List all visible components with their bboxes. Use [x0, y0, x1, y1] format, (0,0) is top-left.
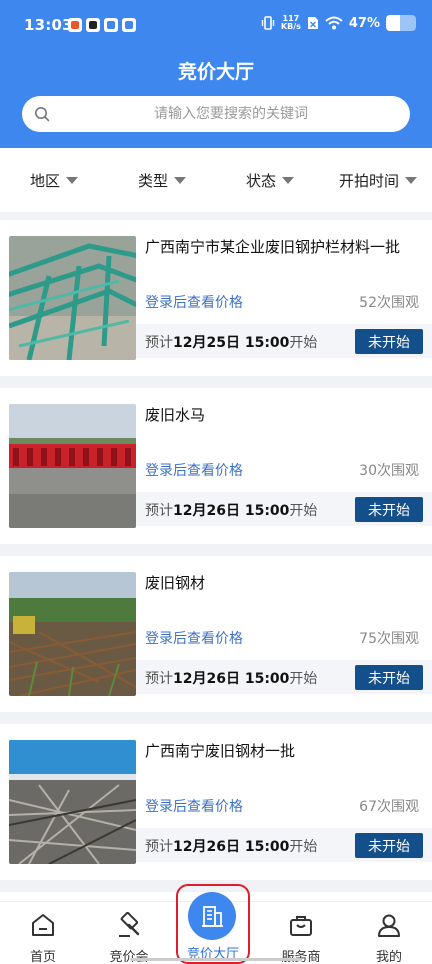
time-suffix: 开始: [289, 503, 318, 519]
filter-type[interactable]: 类型: [108, 148, 216, 212]
filter-start-time[interactable]: 开拍时间: [324, 148, 432, 212]
caret-down-icon: [66, 176, 78, 184]
page-title: 竞价大厅: [177, 61, 254, 83]
app-notification-icon: [104, 18, 118, 32]
auction-item[interactable]: 广西南宁市某企业废旧钢护栏材料一批 登录后查看价格 52次围观 预计12月25日…: [0, 220, 432, 376]
view-count: 75次围观: [359, 631, 419, 647]
status-badge[interactable]: 未开始: [355, 329, 423, 354]
item-photo: [9, 740, 136, 864]
nav-me[interactable]: 我的: [346, 906, 432, 964]
status-badge[interactable]: 未开始: [355, 833, 423, 858]
auction-item[interactable]: 废旧水马 登录后查看价格 30次围观 预计12月26日 15:00开始 未开始: [0, 388, 432, 544]
nav-bidding-hall[interactable]: 竞价大厅: [176, 884, 250, 964]
filter-label: 地区: [29, 171, 60, 190]
vibrate-icon: [261, 16, 275, 30]
time-prefix: 预计: [145, 335, 173, 351]
time-suffix: 开始: [289, 335, 318, 351]
nav-service-provider[interactable]: 服务商: [258, 906, 344, 964]
start-time: 预计12月25日 15:00开始: [145, 332, 317, 352]
search-bar[interactable]: [22, 96, 410, 132]
no-sim-icon: [307, 17, 318, 29]
filter-label: 类型: [137, 171, 168, 190]
item-title: 废旧钢材: [145, 574, 206, 592]
search-input[interactable]: [22, 96, 410, 132]
start-time: 预计12月26日 15:00开始: [145, 500, 317, 520]
time-prefix: 预计: [145, 671, 173, 687]
battery-icon: [386, 15, 416, 31]
view-count: 30次围观: [359, 463, 419, 479]
nav-auction[interactable]: 竞价会: [86, 906, 172, 964]
caret-down-icon: [282, 176, 294, 184]
nav-label: 服务商: [281, 950, 321, 964]
time-suffix: 开始: [289, 839, 318, 855]
notification-icons: [68, 18, 136, 32]
view-count: 67次围观: [359, 799, 419, 815]
auction-item[interactable]: 广西南宁废旧钢材一批 登录后查看价格 67次围观 预计12月26日 15:00开…: [0, 724, 432, 880]
view-count: 52次围观: [359, 295, 419, 311]
login-to-view-price-link[interactable]: 登录后查看价格: [145, 628, 243, 648]
filter-region[interactable]: 地区: [0, 148, 108, 212]
filter-bar: 地区 类型 状态 开拍时间: [0, 148, 432, 212]
caret-down-icon: [405, 176, 417, 184]
user-icon: [378, 914, 400, 937]
home-indicator[interactable]: [130, 958, 302, 961]
login-to-view-price-link[interactable]: 登录后查看价格: [145, 460, 243, 480]
status-bar: 13:03 117 KB/s 47%: [0, 0, 432, 52]
start-time-row: 预计12月26日 15:00开始 未开始: [136, 492, 432, 526]
briefcase-icon: [290, 916, 312, 936]
start-time: 预计12月26日 15:00开始: [145, 668, 317, 688]
nav-label: 竞价会: [109, 950, 149, 964]
time-value: 12月26日 15:00: [173, 503, 290, 519]
center-tab-circle: [188, 892, 236, 940]
search-icon: [35, 107, 50, 122]
status-indicators: 117 KB/s 47%: [261, 15, 416, 31]
nav-label: 首页: [29, 950, 56, 964]
app-notification-icon: [86, 18, 100, 32]
time-value: 12月25日 15:00: [173, 335, 290, 351]
start-time-row: 预计12月26日 15:00开始 未开始: [136, 660, 432, 694]
network-speed: 117 KB/s: [281, 15, 301, 31]
wifi-icon: [325, 16, 343, 30]
start-time: 预计12月26日 15:00开始: [145, 836, 317, 856]
item-title: 广西南宁废旧钢材一批: [145, 742, 296, 760]
nav-label: 我的: [375, 950, 402, 964]
network-speed-unit: KB/s: [280, 22, 301, 31]
time-suffix: 开始: [289, 671, 318, 687]
filter-label: 开拍时间: [338, 171, 399, 190]
item-title: 废旧水马: [145, 406, 206, 424]
building-icon: [202, 906, 223, 927]
item-photo: [9, 572, 136, 696]
status-badge[interactable]: 未开始: [355, 665, 423, 690]
time-value: 12月26日 15:00: [173, 839, 290, 855]
time-prefix: 预计: [145, 839, 173, 855]
item-title: 广西南宁市某企业废旧钢护栏材料一批: [145, 238, 401, 256]
battery-percent: 47%: [348, 15, 380, 31]
start-time-row: 预计12月25日 15:00开始 未开始: [136, 324, 432, 358]
start-time-row: 预计12月26日 15:00开始 未开始: [136, 828, 432, 862]
auction-item[interactable]: 废旧钢材 登录后查看价格 75次围观 预计12月26日 15:00开始 未开始: [0, 556, 432, 712]
filter-label: 状态: [245, 171, 276, 190]
login-to-view-price-link[interactable]: 登录后查看价格: [145, 796, 243, 816]
auction-hammer-icon: [119, 912, 140, 937]
status-time: 13:03: [24, 16, 73, 34]
caret-down-icon: [174, 176, 186, 184]
status-badge[interactable]: 未开始: [355, 497, 423, 522]
filter-status[interactable]: 状态: [216, 148, 324, 212]
header: 13:03 117 KB/s 47% 竞价大厅: [0, 0, 432, 148]
item-photo: [9, 236, 136, 360]
nav-home[interactable]: 首页: [0, 906, 86, 964]
app-notification-icon: [122, 18, 136, 32]
login-to-view-price-link[interactable]: 登录后查看价格: [145, 292, 243, 312]
time-value: 12月26日 15:00: [173, 671, 290, 687]
home-icon: [32, 914, 54, 936]
item-photo: [9, 404, 136, 528]
app-notification-icon: [68, 18, 82, 32]
time-prefix: 预计: [145, 503, 173, 519]
